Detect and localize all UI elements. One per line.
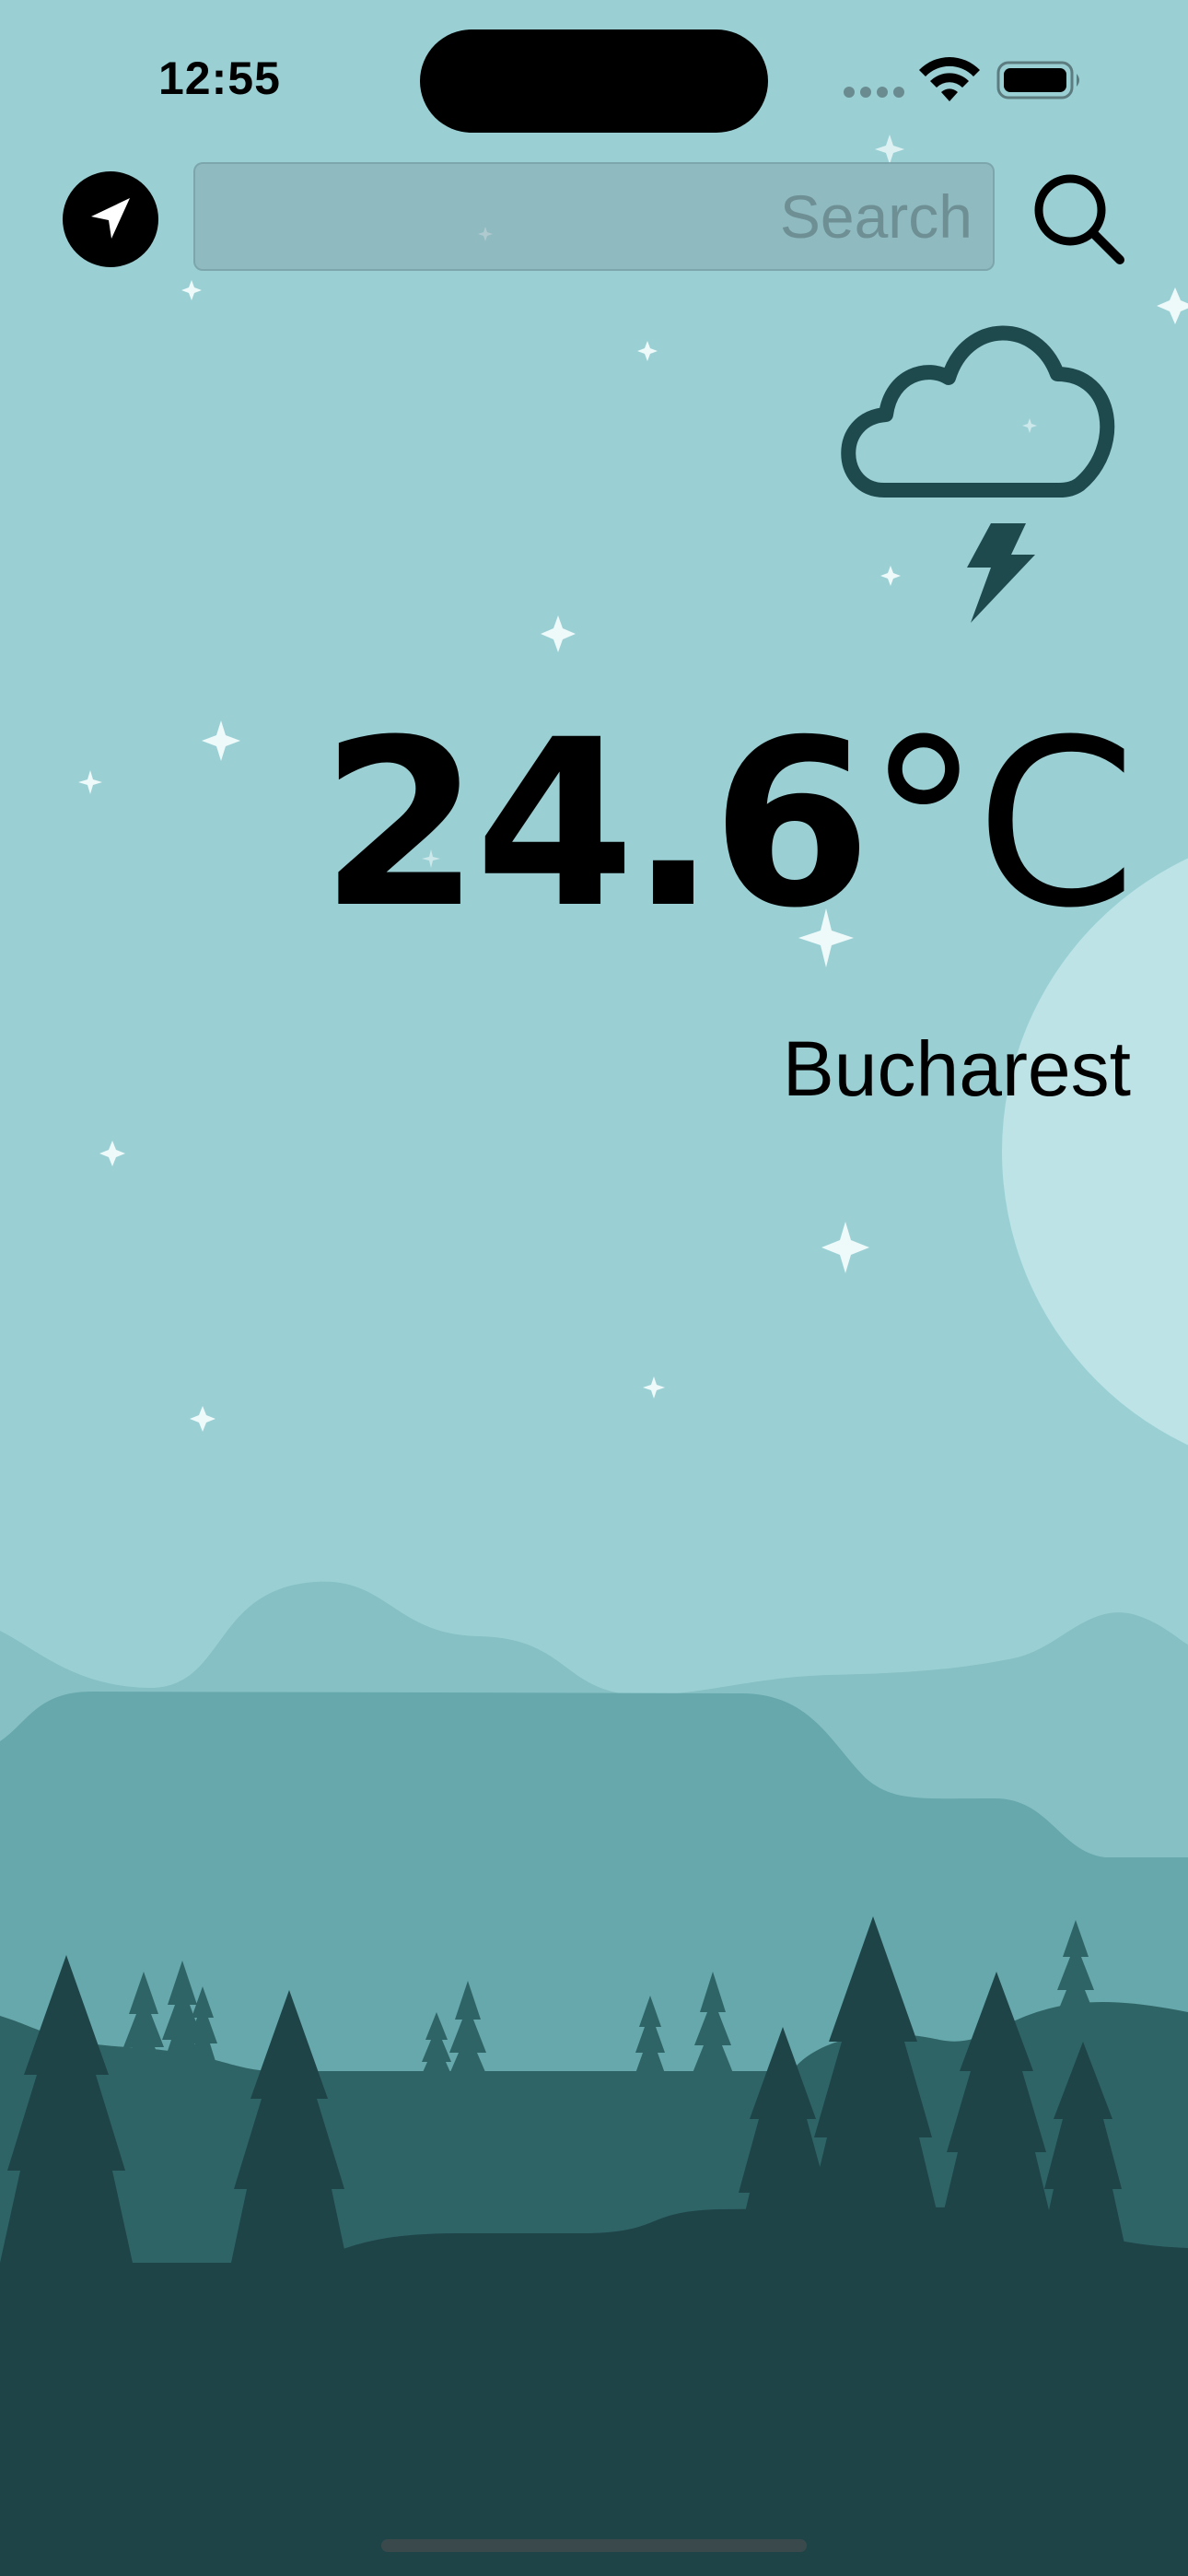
city-name: Bucharest [782, 1025, 1131, 1112]
battery-icon [996, 61, 1079, 100]
cloud-lightning-icon [841, 325, 1115, 623]
temperature-value: 24.6 [320, 690, 872, 958]
search-icon[interactable] [1030, 170, 1131, 271]
location-button[interactable] [63, 171, 158, 267]
status-time: 12:55 [158, 53, 281, 104]
location-arrow-icon [91, 198, 130, 239]
temperature-display: 24.6°C [320, 709, 1136, 940]
search-field[interactable] [193, 162, 995, 271]
wifi-icon [919, 57, 980, 101]
temperature-unit: °C [866, 690, 1136, 958]
home-indicator[interactable] [381, 2539, 807, 2552]
dynamic-island [420, 29, 768, 133]
cellular-signal-icon [844, 87, 904, 98]
status-bar: 12:55 [0, 0, 1188, 147]
search-input[interactable] [195, 164, 993, 269]
